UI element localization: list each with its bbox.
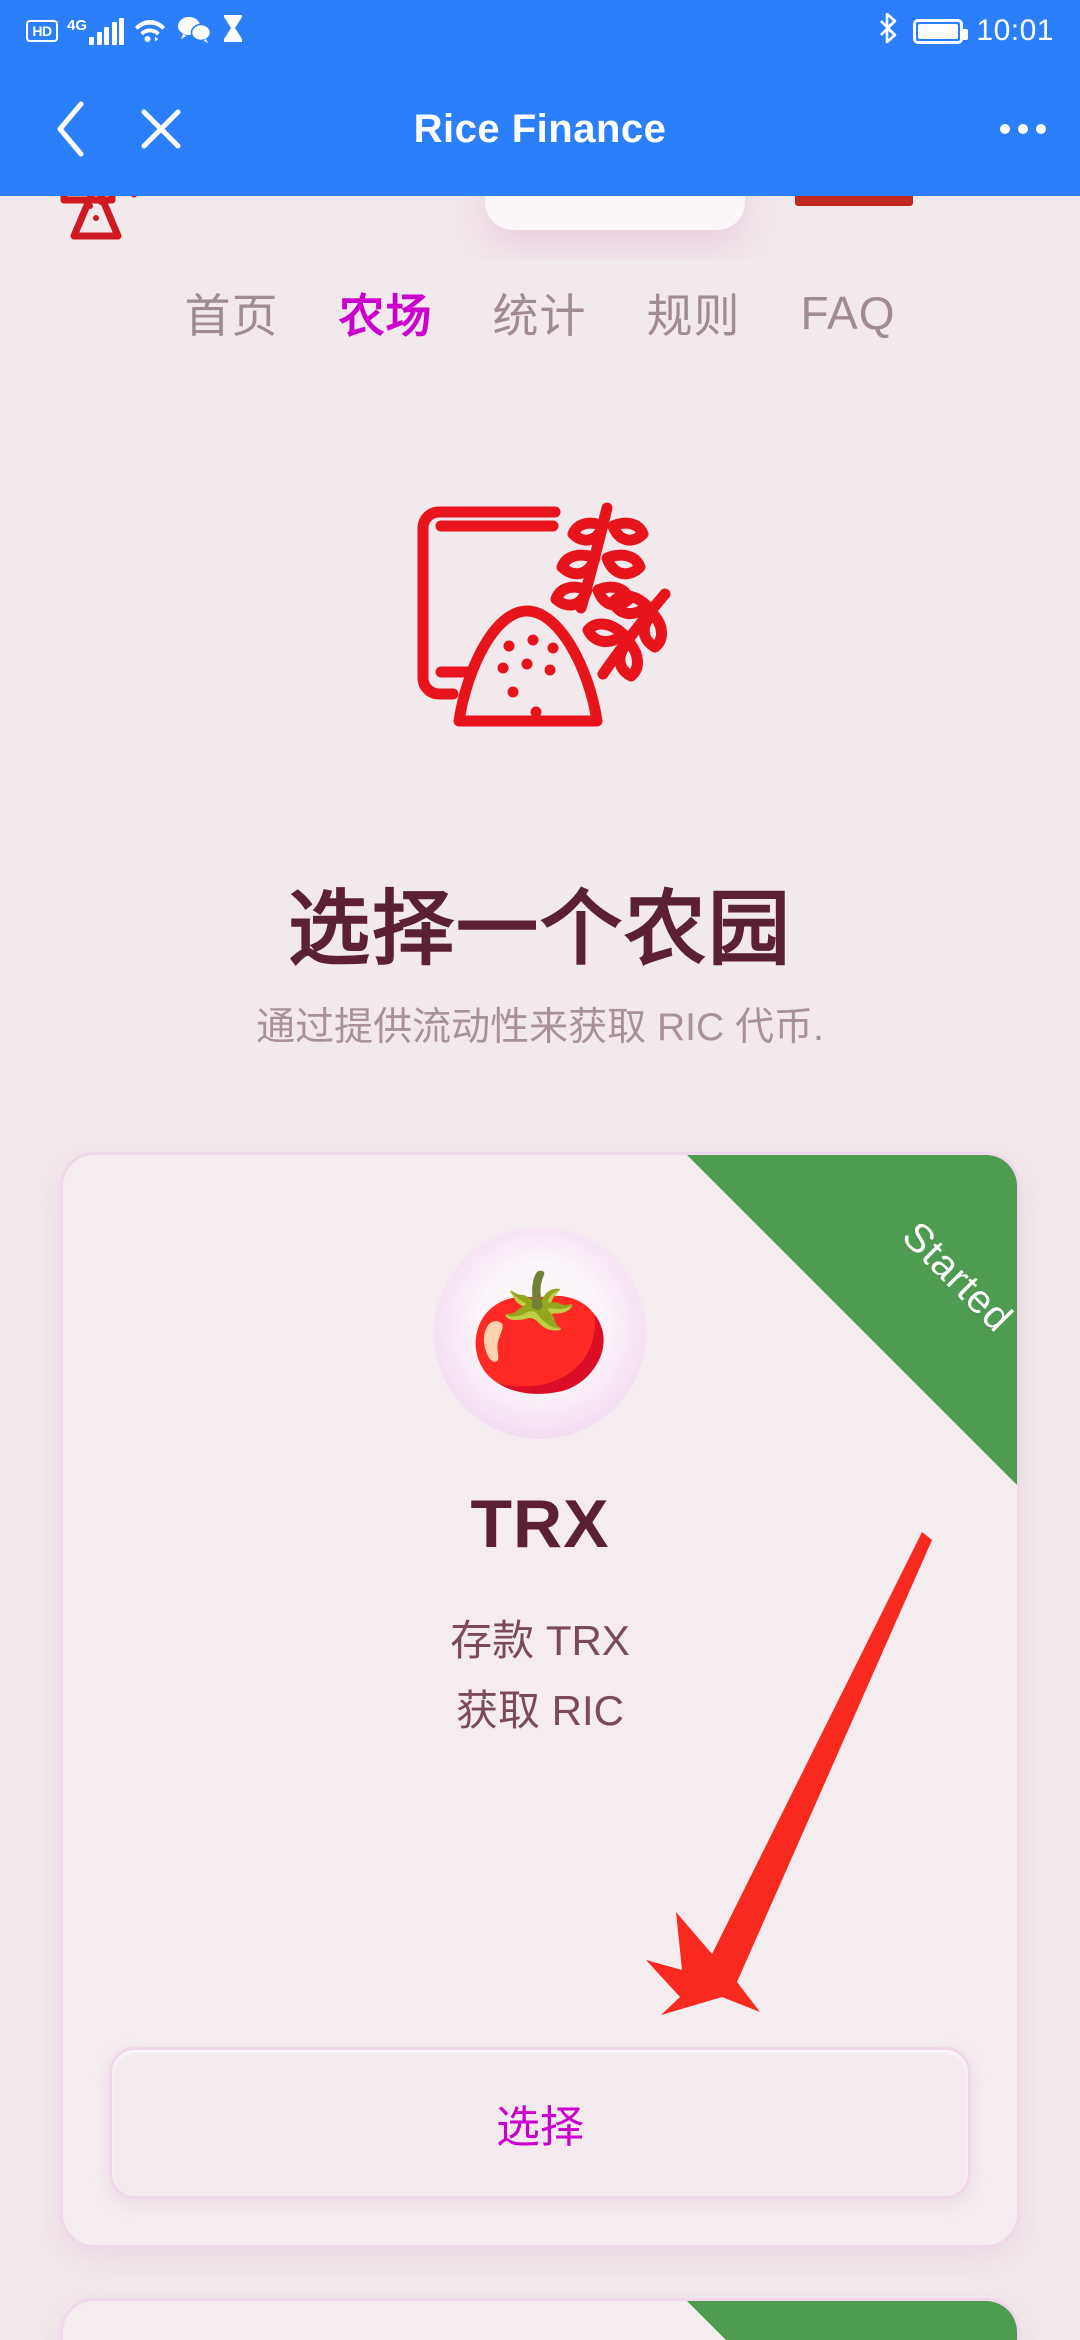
- farm-earn-line: 获取 RIC: [455, 1687, 624, 1734]
- hourglass-icon: [221, 14, 245, 49]
- more-options-icon[interactable]: [1000, 124, 1046, 134]
- farm-name: TRX: [470, 1486, 610, 1562]
- hero-subtitle: 通过提供流动性来获取 RIC 代币.: [256, 1006, 824, 1049]
- app-header-bar: Rice Finance: [0, 62, 1080, 196]
- tab-bar: 首页 农场 统计 规则 FAQ: [0, 276, 1080, 350]
- hd-badge-icon: HD: [26, 20, 58, 42]
- status-bar-left-icons: HD 4G: [26, 14, 245, 49]
- battery-icon: [913, 18, 969, 44]
- wechat-icon: [176, 15, 212, 48]
- coin-avatar: 🍅: [434, 1227, 646, 1439]
- wifi-icon: [133, 15, 167, 48]
- select-farm-button[interactable]: 选择: [109, 2047, 971, 2199]
- tab-home[interactable]: 首页: [182, 276, 280, 350]
- rice-sack-grain-icon: [375, 478, 705, 748]
- signal-bars-icon: 4G: [67, 17, 125, 45]
- bluetooth-icon: [878, 12, 900, 50]
- farm-deposit-line: 存款 TRX: [450, 1617, 630, 1664]
- rice-logo-icon-small: [38, 196, 158, 244]
- app-screen: HD 4G 10:01 Rice Finance 首页 农场 统计 规则 FAQ…: [0, 0, 1080, 2340]
- tomato-emoji: 🍅: [467, 1268, 613, 1398]
- tab-faq[interactable]: FAQ: [798, 282, 897, 344]
- tab-stats[interactable]: 统计: [490, 276, 588, 350]
- status-bar-clock: 10:01: [976, 14, 1054, 47]
- clipped-top-row: [0, 196, 1080, 260]
- back-chevron-icon[interactable]: [34, 92, 108, 166]
- status-bar-right-icons: 10:01: [878, 12, 1054, 50]
- close-x-icon[interactable]: [124, 92, 198, 166]
- started-ribbon: [687, 2301, 1017, 2340]
- clipped-red-button[interactable]: [795, 196, 913, 206]
- hero-title: 选择一个农园: [287, 884, 792, 975]
- farm-card-trx[interactable]: Started 🍅 TRX 存款 TRX 获取 RIC 选择: [60, 1152, 1020, 2248]
- clipped-input-pill[interactable]: [485, 196, 745, 230]
- status-bar: HD 4G 10:01: [0, 0, 1080, 62]
- tab-farm[interactable]: 农场: [336, 276, 434, 350]
- tab-rules[interactable]: 规则: [644, 276, 742, 350]
- farm-card-next[interactable]: Started: [60, 2298, 1020, 2340]
